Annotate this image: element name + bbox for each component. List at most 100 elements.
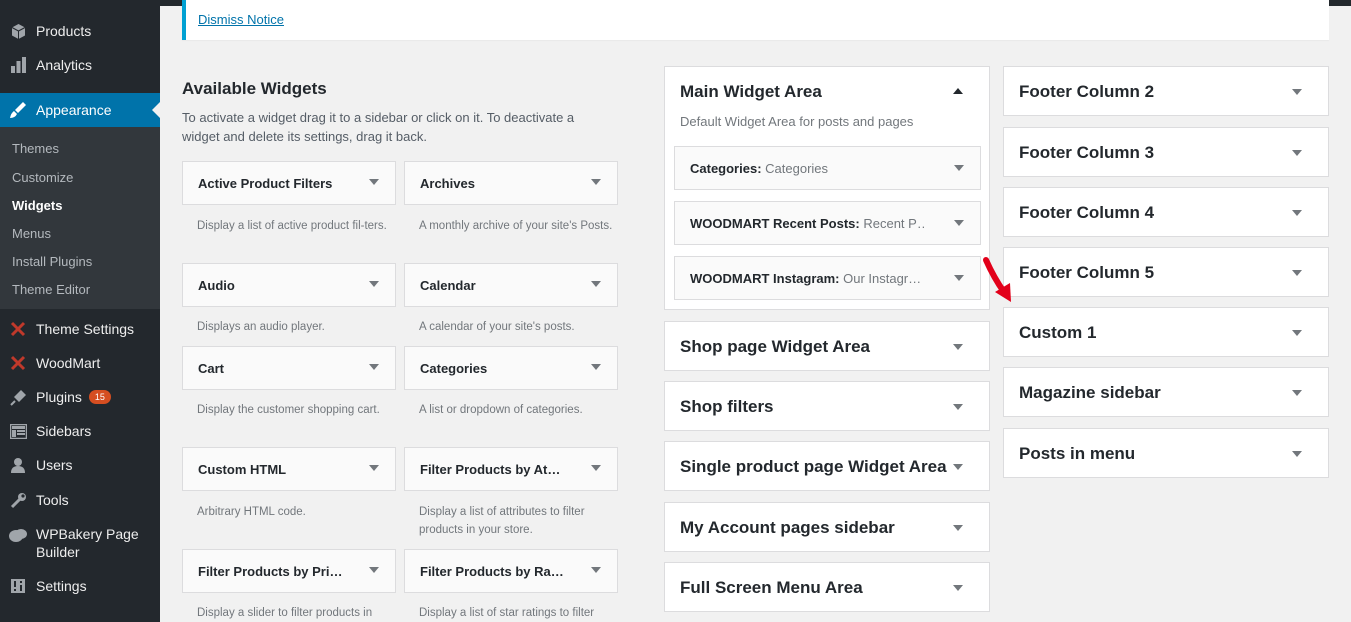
sidebar-item-label: WoodMart	[36, 355, 101, 371]
expand-arrow-icon[interactable]	[591, 179, 601, 185]
widget-description: Display a list of attributes to filter p…	[419, 506, 585, 536]
sidebar-title: Full Screen Menu Area	[680, 578, 863, 597]
sidebar-footer-column-5[interactable]: Footer Column 5	[1003, 247, 1329, 297]
expand-arrow-icon[interactable]	[953, 464, 963, 470]
sidebar-title: My Account pages sidebar	[680, 518, 895, 537]
expand-arrow-icon[interactable]	[369, 364, 379, 370]
sidebar-item-label: Users	[36, 457, 73, 473]
expand-arrow-icon[interactable]	[1292, 210, 1302, 216]
sidebar-item-appearance[interactable]: Appearance	[0, 93, 160, 127]
sidebar-item-products[interactable]: Products	[0, 14, 160, 48]
sidebar-full-screen-menu[interactable]: Full Screen Menu Area	[664, 562, 990, 612]
sidebar-posts-in-menu[interactable]: Posts in menu	[1003, 428, 1329, 478]
expand-arrow-icon[interactable]	[953, 404, 963, 410]
sidebar-footer-column-4[interactable]: Footer Column 4	[1003, 187, 1329, 237]
sidebar-item-wpbakery[interactable]: WPBakery Page Builder	[0, 525, 160, 561]
expand-arrow-icon[interactable]	[591, 281, 601, 287]
sidebar-single-product[interactable]: Single product page Widget Area	[664, 441, 990, 491]
sidebar-item-settings[interactable]: Settings	[0, 569, 160, 603]
sidebar-shop-page[interactable]: Shop page Widget Area	[664, 321, 990, 371]
placed-widget-instagram[interactable]: WOODMART Instagram: Our Instagr…	[674, 256, 981, 300]
sidebar-custom-1[interactable]: Custom 1	[1003, 307, 1329, 357]
sidebar-main-widget-area[interactable]: Main Widget Area Default Widget Area for…	[664, 66, 990, 310]
submenu-theme-editor[interactable]: Theme Editor	[12, 282, 90, 297]
expand-arrow-icon[interactable]	[954, 275, 964, 281]
widget-calendar[interactable]: Calendar	[404, 263, 618, 307]
expand-arrow-icon[interactable]	[369, 281, 379, 287]
admin-sidebar: Products Analytics Appearance Themes Cus…	[0, 0, 160, 622]
sidebar-item-woodmart[interactable]: WoodMart	[0, 346, 160, 380]
expand-arrow-icon[interactable]	[591, 364, 601, 370]
sidebar-title: Posts in menu	[1019, 444, 1136, 463]
expand-arrow-icon[interactable]	[369, 179, 379, 185]
sidebar-title: Footer Column 4	[1019, 203, 1155, 222]
widget-filter-products-by-attribute[interactable]: Filter Products by At…	[404, 447, 618, 491]
available-widgets-description: To activate a widget drag it to a sideba…	[182, 110, 575, 144]
expand-arrow-icon[interactable]	[1292, 150, 1302, 156]
submenu-customize[interactable]: Customize	[12, 170, 73, 185]
available-widgets-title: Available Widgets	[182, 79, 327, 98]
sidebar-item-analytics[interactable]: Analytics	[0, 48, 160, 82]
widget-audio[interactable]: Audio	[182, 263, 396, 307]
expand-arrow-icon[interactable]	[1292, 89, 1302, 95]
submenu-widgets[interactable]: Widgets	[12, 198, 62, 213]
widget-description: Display a slider to filter products in	[197, 607, 373, 619]
appearance-icon	[9, 101, 27, 119]
sidebar-item-label: Products	[36, 23, 92, 39]
dismiss-notice-link[interactable]: Dismiss Notice	[198, 12, 284, 27]
expand-arrow-icon[interactable]	[591, 465, 601, 471]
widget-description: Display a list of active product fil-ter…	[197, 220, 387, 232]
expand-arrow-icon[interactable]	[1292, 270, 1302, 276]
expand-arrow-icon[interactable]	[954, 165, 964, 171]
sidebar-title: Main Widget Area	[680, 82, 822, 101]
expand-arrow-icon[interactable]	[591, 567, 601, 573]
expand-arrow-icon[interactable]	[954, 220, 964, 226]
submenu-themes[interactable]: Themes	[12, 141, 59, 156]
sidebar-item-sidebars[interactable]: Sidebars	[0, 414, 160, 448]
widget-active-product-filters[interactable]: Active Product Filters	[182, 161, 396, 205]
widget-title: Filter Products by Ra…	[420, 563, 564, 579]
appearance-submenu: Themes Customize Widgets Menus Install P…	[0, 127, 160, 309]
expand-arrow-icon[interactable]	[1292, 451, 1302, 457]
widget-custom-html[interactable]: Custom HTML	[182, 447, 396, 491]
widget-cart[interactable]: Cart	[182, 346, 396, 390]
sidebar-item-users[interactable]: Users	[0, 448, 160, 482]
sidebar-item-theme-settings[interactable]: Theme Settings	[0, 312, 160, 346]
collapse-arrow-icon[interactable]	[953, 88, 963, 94]
expand-arrow-icon[interactable]	[953, 344, 963, 350]
widget-type: WOODMART Instagram:	[690, 271, 840, 286]
placed-widget-categories[interactable]: Categories: Categories	[674, 146, 981, 190]
sidebar-item-label: Settings	[36, 578, 87, 594]
widget-categories[interactable]: Categories	[404, 346, 618, 390]
sidebar-footer-column-2[interactable]: Footer Column 2	[1003, 66, 1329, 116]
sidebar-shop-filters[interactable]: Shop filters	[664, 381, 990, 431]
widget-archives[interactable]: Archives	[404, 161, 618, 205]
expand-arrow-icon[interactable]	[1292, 330, 1302, 336]
expand-arrow-icon[interactable]	[953, 585, 963, 591]
widget-title: Custom HTML	[198, 461, 287, 477]
expand-arrow-icon[interactable]	[369, 465, 379, 471]
widget-type: WOODMART Recent Posts:	[690, 216, 860, 231]
placed-widget-recent-posts[interactable]: WOODMART Recent Posts: Recent P…	[674, 201, 981, 245]
expand-arrow-icon[interactable]	[1292, 390, 1302, 396]
expand-arrow-icon[interactable]	[369, 567, 379, 573]
sidebar-magazine[interactable]: Magazine sidebar	[1003, 367, 1329, 417]
sidebar-title: Magazine sidebar	[1019, 383, 1161, 402]
sidebar-my-account[interactable]: My Account pages sidebar	[664, 502, 990, 552]
widget-type: Categories:	[690, 161, 762, 176]
sidebar-title: Footer Column 2	[1019, 82, 1155, 101]
widget-description: Display the customer shopping cart.	[197, 404, 380, 416]
sidebar-item-plugins[interactable]: Plugins 15	[0, 380, 160, 414]
widget-filter-products-by-price[interactable]: Filter Products by Pri…	[182, 549, 396, 593]
wpbakery-label-line1: WPBakery Page	[36, 526, 139, 542]
settings-icon	[9, 577, 27, 595]
expand-arrow-icon[interactable]	[953, 525, 963, 531]
sidebar-item-label: Plugins	[36, 389, 82, 405]
submenu-menus[interactable]: Menus	[12, 226, 51, 241]
sidebar-footer-column-3[interactable]: Footer Column 3	[1003, 127, 1329, 177]
sidebar-item-label: Analytics	[36, 57, 93, 73]
widget-filter-products-by-rating[interactable]: Filter Products by Ra…	[404, 549, 618, 593]
sidebar-item-tools[interactable]: Tools	[0, 483, 160, 517]
submenu-install-plugins[interactable]: Install Plugins	[12, 254, 92, 269]
widget-description: Displays an audio player.	[197, 321, 325, 333]
